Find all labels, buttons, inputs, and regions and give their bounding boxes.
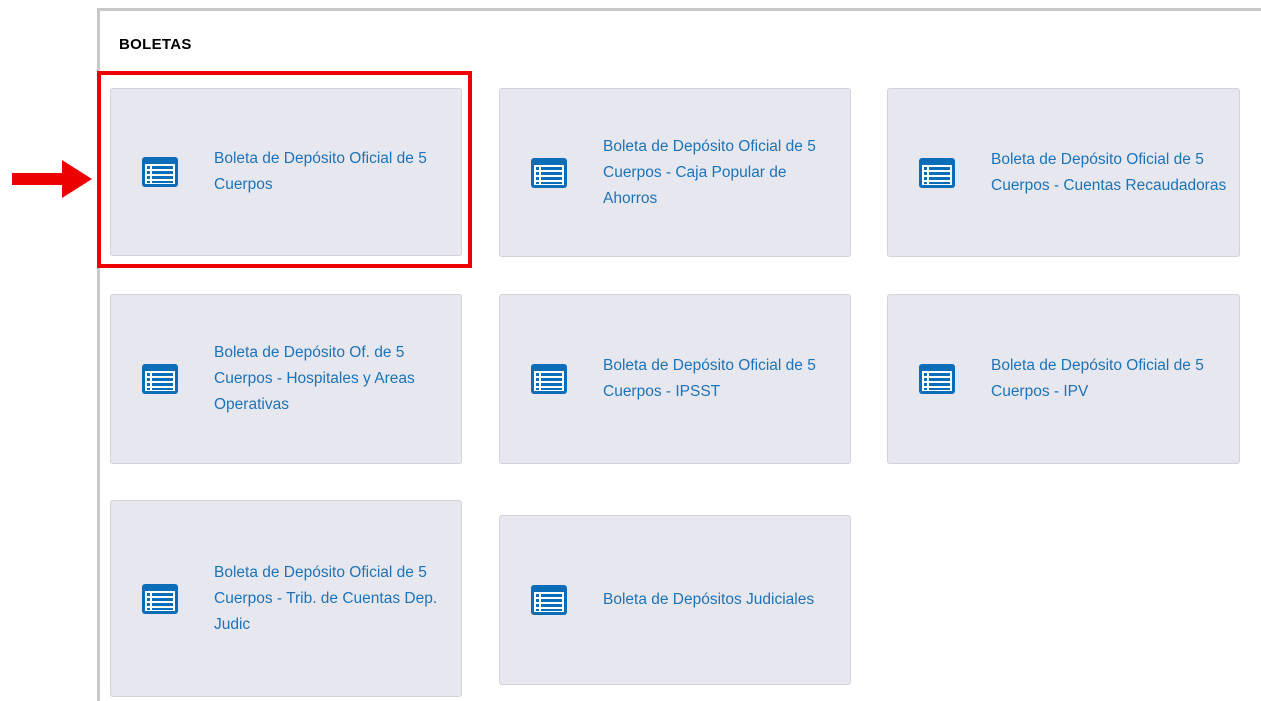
list-form-icon — [142, 157, 178, 187]
card-boleta-5-cuerpos[interactable]: Boleta de Depósito Oficial de 5 Cuerpos — [110, 88, 462, 256]
card-label: Boleta de Depósito Oficial de 5 Cuerpos … — [603, 357, 816, 400]
list-form-icon — [919, 364, 955, 394]
card-boleta-judiciales[interactable]: Boleta de Depósitos Judiciales — [499, 515, 851, 685]
card-boleta-ipv[interactable]: Boleta de Depósito Oficial de 5 Cuerpos … — [887, 294, 1240, 464]
card-boleta-cuentas-recaudadoras[interactable]: Boleta de Depósito Oficial de 5 Cuerpos … — [887, 88, 1240, 257]
arrow-right-icon — [12, 160, 92, 198]
list-form-icon — [142, 583, 178, 614]
card-label: Boleta de Depósito Of. de 5 Cuerpos - Ho… — [214, 344, 415, 413]
card-label: Boleta de Depósito Oficial de 5 Cuerpos … — [214, 563, 438, 633]
card-boleta-trib-cuentas[interactable]: Boleta de Depósito Oficial de 5 Cuerpos … — [110, 500, 462, 697]
card-label: Boleta de Depósito Oficial de 5 Cuerpos … — [991, 150, 1227, 194]
list-form-icon — [142, 364, 178, 394]
card-boleta-ipsst[interactable]: Boleta de Depósito Oficial de 5 Cuerpos … — [499, 294, 851, 464]
list-form-icon — [531, 585, 567, 615]
card-label: Boleta de Depósito Oficial de 5 Cuerpos … — [603, 137, 816, 207]
card-boleta-caja-popular[interactable]: Boleta de Depósito Oficial de 5 Cuerpos … — [499, 88, 851, 257]
card-label: Boleta de Depósito Oficial de 5 Cuerpos … — [991, 357, 1204, 400]
card-label: Boleta de Depósitos Judiciales — [603, 591, 815, 608]
card-label: Boleta de Depósito Oficial de 5 Cuerpos — [214, 150, 427, 193]
card-boleta-hospitales[interactable]: Boleta de Depósito Of. de 5 Cuerpos - Ho… — [110, 294, 462, 464]
list-form-icon — [919, 157, 955, 188]
list-form-icon — [531, 157, 567, 188]
list-form-icon — [531, 364, 567, 394]
section-title: BOLETAS — [119, 36, 192, 53]
